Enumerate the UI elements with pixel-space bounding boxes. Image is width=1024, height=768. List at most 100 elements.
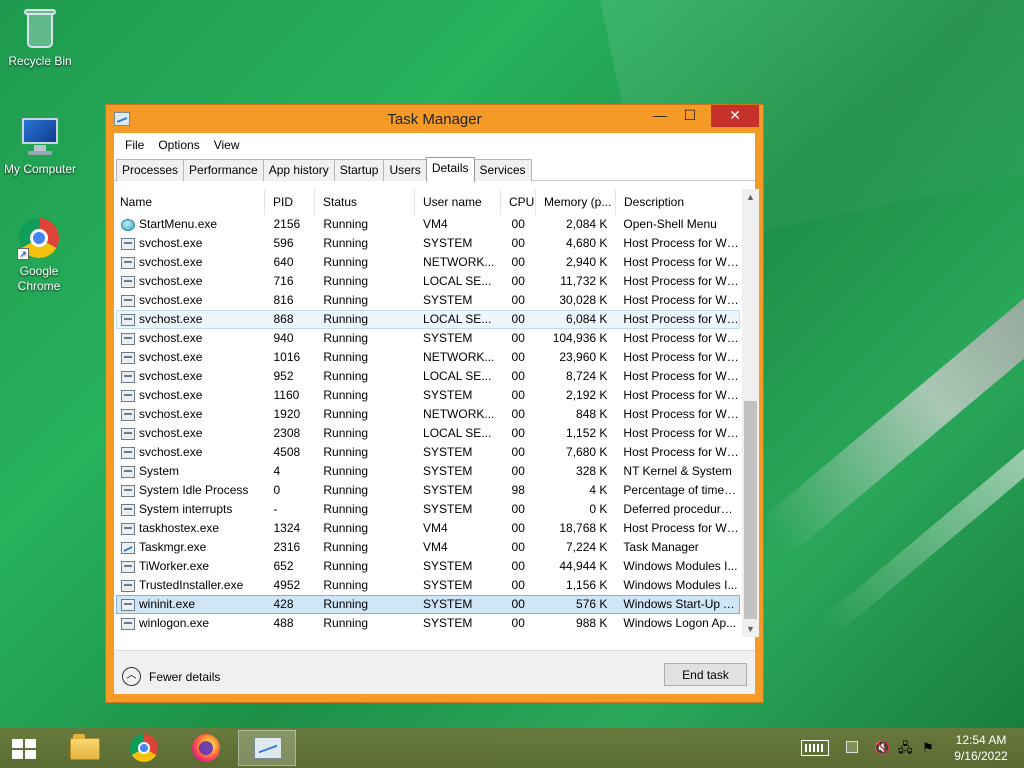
title-bar[interactable]: Task Manager — ☐ ✕ (106, 105, 763, 133)
chrome-icon (130, 734, 158, 762)
cell-memory: 6,084 K (566, 312, 608, 326)
tab-users[interactable]: Users (383, 159, 427, 181)
cell-memory: 1,156 K (566, 578, 608, 592)
table-row[interactable]: svchost.exe 1920 Running NETWORK... 00 848 K H… (116, 405, 740, 424)
table-row[interactable]: System Idle Process 0 Running SYSTEM 98 4 K Pe… (116, 481, 740, 500)
table-row[interactable]: StartMenu.exe 2156 Running VM4 00 2,084 K Open… (116, 215, 740, 234)
cell-name: svchost.exe (117, 425, 266, 442)
start-button[interactable] (0, 730, 48, 766)
tab-processes[interactable]: Processes (116, 159, 185, 181)
cell-memory: 988 K (576, 616, 608, 630)
tab-details[interactable]: Details (425, 157, 475, 182)
cell-memory: 2,084 K (566, 217, 608, 231)
cell-description: Host Process for Wi... (623, 331, 739, 345)
desktop-icon-label: Recycle Bin (8, 54, 72, 68)
speaker-muted-icon[interactable]: 🔇 (874, 740, 892, 756)
desktop-icon-my-computer[interactable]: My Computer (0, 114, 80, 176)
cell-cpu: 00 (511, 255, 525, 269)
column-header-description[interactable]: Description (616, 189, 740, 215)
table-row[interactable]: svchost.exe 816 Running SYSTEM 00 30,028 K Hos… (116, 291, 740, 310)
close-button[interactable]: ✕ (711, 105, 759, 127)
maximize-button[interactable]: ☐ (675, 105, 705, 127)
column-header-name[interactable]: Name (116, 189, 265, 215)
network-icon[interactable]: 🖧 (898, 740, 916, 756)
fewer-details-link[interactable]: ︿ Fewer details (122, 667, 220, 686)
menu-view[interactable]: View (207, 138, 247, 152)
taskbar-firefox[interactable] (178, 730, 234, 766)
action-center-icon[interactable] (846, 741, 858, 753)
cell-name: svchost.exe (117, 349, 266, 366)
cell-user: SYSTEM (423, 502, 473, 516)
tab-app-history[interactable]: App history (262, 159, 335, 181)
cell-cpu: 00 (511, 369, 525, 383)
table-row[interactable]: winlogon.exe 488 Running SYSTEM 00 988 K Windo… (116, 614, 740, 633)
table-row[interactable]: svchost.exe 1016 Running NETWORK... 00 23,960… (116, 348, 740, 367)
footer-bar: ︿ Fewer details End task (114, 650, 755, 694)
cell-memory: 1,152 K (566, 426, 608, 440)
tab-performance[interactable]: Performance (183, 159, 264, 181)
scroll-down-arrow-icon[interactable]: ▼ (742, 621, 759, 637)
scroll-up-arrow-icon[interactable]: ▲ (742, 189, 759, 205)
cell-user: SYSTEM (423, 578, 473, 592)
scrollbar-thumb[interactable] (744, 401, 757, 619)
cell-description: Windows Modules I... (623, 559, 738, 573)
menu-options[interactable]: Options (151, 138, 206, 152)
process-name: svchost.exe (139, 274, 203, 288)
cell-cpu: 00 (511, 616, 525, 630)
table-row[interactable]: svchost.exe 4508 Running SYSTEM 00 7,680 K Hos… (116, 443, 740, 462)
cell-cpu: 00 (511, 597, 525, 611)
table-row[interactable]: TiWorker.exe 652 Running SYSTEM 00 44,944 K Wi… (116, 557, 740, 576)
keyboard-icon[interactable] (801, 740, 829, 756)
taskbar-task-manager[interactable] (238, 730, 296, 766)
column-header-pid[interactable]: PID (265, 189, 315, 215)
cell-user: SYSTEM (423, 331, 473, 345)
cell-user: NETWORK... (423, 350, 495, 364)
table-row[interactable]: Taskmgr.exe 2316 Running VM4 00 7,224 K Task M… (116, 538, 740, 557)
table-row[interactable]: taskhostex.exe 1324 Running VM4 00 18,768 K Ho… (116, 519, 740, 538)
desktop-icon-google-chrome[interactable]: ↗ Google Chrome (0, 216, 78, 294)
table-row[interactable]: svchost.exe 868 Running LOCAL SE... 00 6,084 … (116, 310, 740, 329)
table-row[interactable]: svchost.exe 1160 Running SYSTEM 00 2,192 K Hos… (116, 386, 740, 405)
table-row[interactable]: TrustedInstaller.exe 4952 Running SYSTEM 00 1… (116, 576, 740, 595)
menu-file[interactable]: File (118, 138, 151, 152)
table-row[interactable]: svchost.exe 716 Running LOCAL SE... 00 11,732… (116, 272, 740, 291)
cell-name: wininit.exe (117, 596, 266, 613)
taskbar-file-explorer[interactable] (56, 730, 112, 766)
process-icon (121, 389, 135, 402)
desktop-icon-recycle-bin[interactable]: Recycle Bin (0, 6, 80, 68)
cell-description: Windows Modules I... (623, 578, 738, 592)
process-name: TiWorker.exe (139, 559, 210, 573)
process-icon (121, 237, 135, 250)
column-header-user-name[interactable]: User name (415, 189, 501, 215)
column-header-status[interactable]: Status (315, 189, 415, 215)
process-icon (121, 294, 135, 307)
notification-flag-icon[interactable]: ⚑ (922, 740, 940, 756)
cell-pid: 4 (273, 464, 281, 478)
cell-pid: - (273, 502, 278, 516)
table-row[interactable]: System 4 Running SYSTEM 00 328 K NT Kernel & S… (116, 462, 740, 481)
cell-description: Host Process for Wi... (623, 445, 739, 459)
process-name: System (139, 464, 180, 478)
end-task-button[interactable]: End task (664, 663, 747, 686)
process-name: svchost.exe (139, 331, 203, 345)
vertical-scrollbar[interactable]: ▲ ▼ (742, 189, 759, 637)
cell-description: Deferred procedure ... (623, 502, 739, 516)
table-row[interactable]: wininit.exe 428 Running SYSTEM 00 576 K Window… (116, 595, 740, 614)
tab-services[interactable]: Services (473, 159, 532, 181)
process-name: svchost.exe (139, 388, 203, 402)
table-row[interactable]: svchost.exe 952 Running LOCAL SE... 00 8,724 … (116, 367, 740, 386)
cell-memory: 576 K (576, 597, 608, 611)
table-row[interactable]: svchost.exe 640 Running NETWORK... 00 2,940 K… (116, 253, 740, 272)
column-header-memory[interactable]: Memory (p... (536, 189, 616, 215)
column-header-cpu[interactable]: CPU (501, 189, 536, 215)
table-row[interactable]: svchost.exe 596 Running SYSTEM 00 4,680 K Host… (116, 234, 740, 253)
process-icon (121, 465, 135, 478)
system-clock[interactable]: 12:54 AM 9/16/2022 (948, 732, 1014, 764)
table-row[interactable]: System interrupts - Running SYSTEM 00 0 K Defe… (116, 500, 740, 519)
taskbar-chrome[interactable] (116, 730, 172, 766)
table-row[interactable]: svchost.exe 2308 Running LOCAL SE... 00 1,152… (116, 424, 740, 443)
tab-startup[interactable]: Startup (333, 159, 385, 181)
table-row[interactable]: svchost.exe 940 Running SYSTEM 00 104,936 K Ho… (116, 329, 740, 348)
process-icon (121, 332, 135, 345)
minimize-button[interactable]: — (645, 105, 675, 127)
